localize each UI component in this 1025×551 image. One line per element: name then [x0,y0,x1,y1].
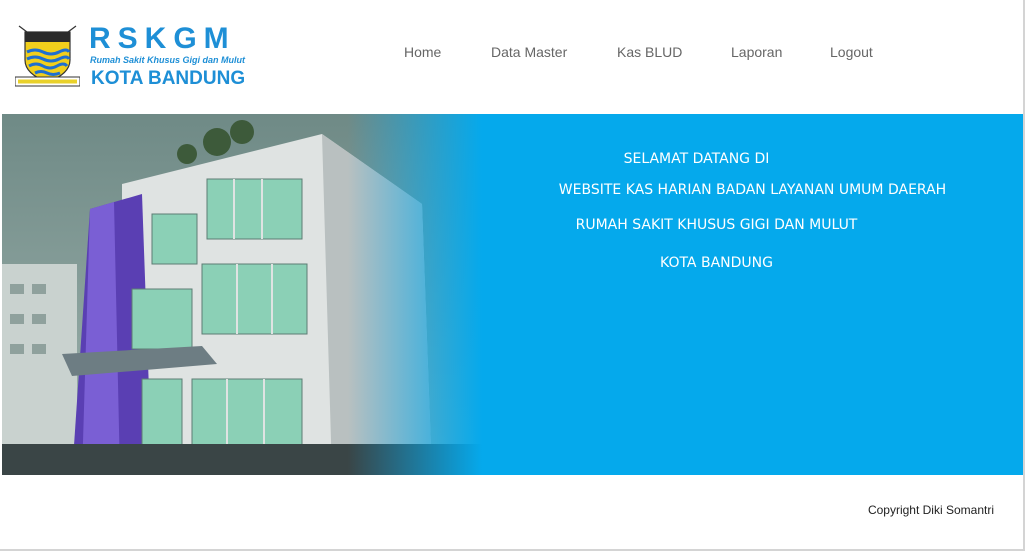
copyright-text: Copyright Diki Somantri [867,503,994,517]
nav-home[interactable]: Home [404,44,441,60]
nav-laporan[interactable]: Laporan [731,44,782,60]
site-logo[interactable]: RSKGM Rumah Sakit Khusus Gigi dan Mulut … [15,22,245,92]
header: RSKGM Rumah Sakit Khusus Gigi dan Mulut … [0,0,1023,113]
welcome-line-3: RUMAH SAKIT KHUSUS GIGI DAN MULUT [575,217,858,233]
welcome-text: SELAMAT DATANG DI WEBSITE KAS HARIAN BAD… [482,114,1023,475]
brand-subtitle: Rumah Sakit Khusus Gigi dan Mulut [90,55,246,65]
nav-kas-blud[interactable]: Kas BLUD [617,44,682,60]
footer: Copyright Diki Somantri [0,475,1023,549]
nav-logout[interactable]: Logout [830,44,873,60]
hospital-building-photo [2,114,482,475]
brand-city: KOTA BANDUNG [91,68,246,89]
welcome-line-2: WEBSITE KAS HARIAN BADAN LAYANAN UMUM DA… [558,182,947,198]
bandung-emblem-icon [15,25,80,87]
brand-name: RSKGM [89,22,236,55]
nav-data-master[interactable]: Data Master [491,44,567,60]
welcome-line-4: KOTA BANDUNG [660,255,773,271]
welcome-banner: SELAMAT DATANG DI WEBSITE KAS HARIAN BAD… [2,114,1023,475]
page-frame: RSKGM Rumah Sakit Khusus Gigi dan Mulut … [0,0,1025,551]
welcome-line-1: SELAMAT DATANG DI [623,151,770,167]
